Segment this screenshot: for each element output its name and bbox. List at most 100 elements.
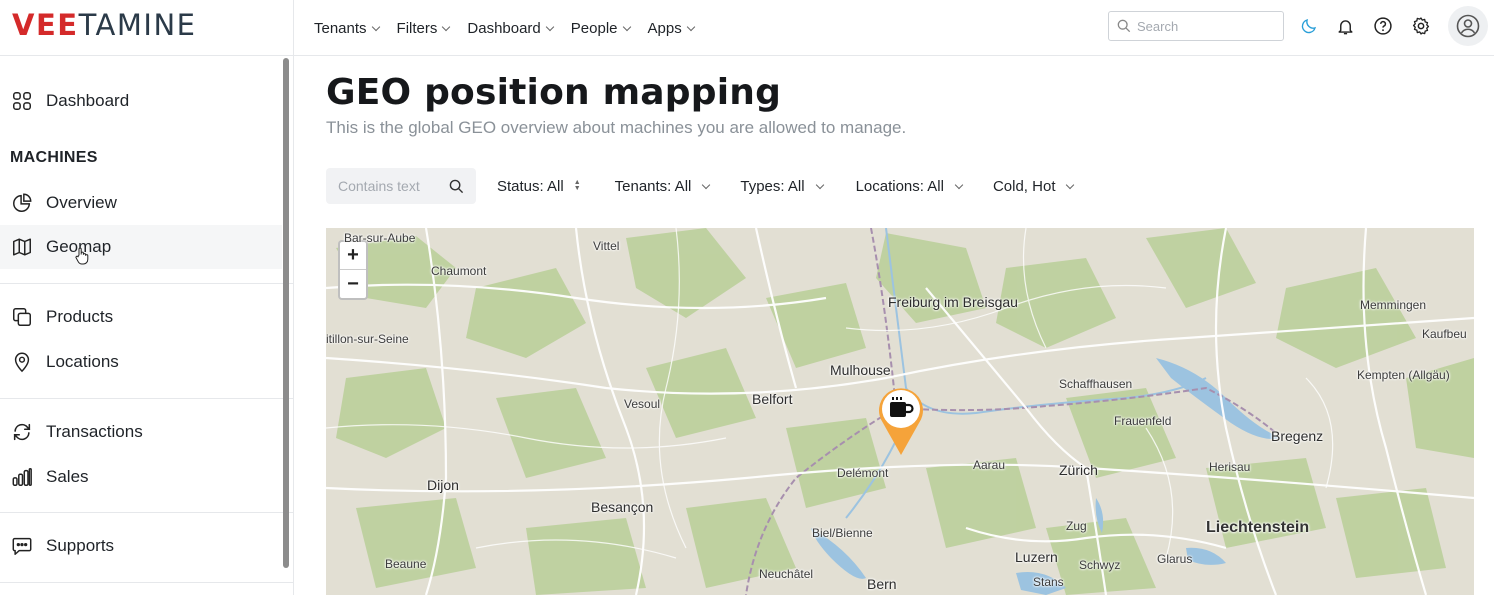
moon-icon[interactable] <box>1297 14 1321 38</box>
nav-people[interactable]: People <box>570 19 631 37</box>
map-zoom-control: + − <box>338 240 368 300</box>
map-label: Aarau <box>973 458 1006 472</box>
nav-filters[interactable]: Filters <box>397 20 451 37</box>
section-heading-machines: MACHINES <box>10 149 98 166</box>
brand-logo-suffix: TAMINE <box>78 8 197 42</box>
map-label: Frauenfeld <box>1114 414 1172 428</box>
types-filter[interactable]: Types: All <box>740 177 824 195</box>
map-label: Chaumont <box>431 264 487 278</box>
chevron-down-icon <box>954 180 964 189</box>
chevron-down-icon <box>622 22 631 31</box>
map-label: Mulhouse <box>830 362 891 378</box>
top-navigation: Tenants Filters Dashboard People Apps <box>314 0 712 56</box>
sidebar-divider <box>0 582 293 583</box>
sidebar-item-locations[interactable]: Locations <box>0 340 282 384</box>
machine-marker[interactable] <box>877 385 925 457</box>
chevron-down-icon <box>371 22 380 31</box>
sidebar-item-label: Locations <box>46 352 119 371</box>
tenants-filter[interactable]: Tenants: All <box>614 177 711 195</box>
map-label: Zürich <box>1059 462 1098 478</box>
grid-icon <box>10 89 34 113</box>
search-icon <box>1117 19 1131 33</box>
temperature-filter-label: Cold, Hot <box>992 177 1056 195</box>
map-icon <box>10 235 34 259</box>
map-label: Freiburg im Breisgau <box>888 294 1018 310</box>
sidebar-item-overview[interactable]: Overview <box>0 181 282 225</box>
nav-apps[interactable]: Apps <box>647 19 695 37</box>
sidebar-item-label: Products <box>46 307 114 326</box>
map-label: Kempten (Allgäu) <box>1357 368 1450 382</box>
nav-tenants-label: Tenants <box>314 19 367 37</box>
map-label: Luzern <box>1015 549 1058 565</box>
map-label: Neuchâtel <box>759 567 814 581</box>
nav-people-label: People <box>570 19 618 37</box>
sort-arrows-icon: ▲ ▼ <box>573 179 581 192</box>
search-icon[interactable] <box>449 179 464 194</box>
sidebar-divider <box>0 398 293 399</box>
map-label: Liechtenstein <box>1206 519 1310 536</box>
nav-apps-label: Apps <box>647 19 682 37</box>
copy-icon <box>10 305 34 329</box>
map-label: Glarus <box>1157 552 1193 566</box>
sidebar-item-dashboard[interactable]: Dashboard <box>0 79 282 123</box>
hand-pointer-cursor-icon <box>75 247 89 265</box>
map-label: Delémont <box>837 466 889 480</box>
sidebar-item-transactions[interactable]: Transactions <box>0 410 282 454</box>
zoom-out-button[interactable]: − <box>340 270 366 298</box>
brand-logo-prefix: VEE <box>12 8 79 42</box>
map-label: Biel/Bienne <box>812 526 873 540</box>
chevron-down-icon <box>686 22 695 31</box>
sidebar-item-geomap[interactable]: Geomap <box>0 225 282 269</box>
map-label: Dijon <box>427 477 459 493</box>
map-label: itillon-sur-Seine <box>326 332 409 346</box>
brand-logo[interactable]: VEETAMINE <box>12 10 196 40</box>
help-icon[interactable] <box>1371 14 1395 38</box>
top-bar: VEETAMINE Tenants Filters Dashboard Peop… <box>0 0 1494 56</box>
nav-dashboard[interactable]: Dashboard <box>467 20 555 37</box>
map-label: Stans <box>1033 575 1064 589</box>
map-label: Belfort <box>752 391 793 407</box>
temperature-filter[interactable]: Cold, Hot <box>992 177 1075 195</box>
sidebar-divider <box>0 283 293 284</box>
status-filter[interactable]: Status: All ▲ ▼ <box>497 178 581 195</box>
page-subtitle: This is the global GEO overview about ma… <box>326 118 907 137</box>
sidebar-item-label: Dashboard <box>46 91 130 110</box>
map-label: Kaufbeu <box>1422 327 1467 341</box>
chevron-down-icon <box>442 22 451 31</box>
map-label: Schwyz <box>1079 558 1121 572</box>
text-filter-input[interactable] <box>338 178 438 194</box>
bell-icon[interactable] <box>1333 14 1357 38</box>
pie-chart-icon <box>10 191 34 215</box>
sidebar-divider <box>0 512 293 513</box>
sidebar-item-supports[interactable]: Supports <box>0 524 282 568</box>
map-label: Bar-sur-Aube <box>344 231 416 245</box>
map-label: Schaffhausen <box>1059 377 1133 391</box>
status-filter-label: Status: All <box>497 177 564 195</box>
types-filter-label: Types: All <box>740 177 805 195</box>
sidebar-item-sales[interactable]: Sales <box>0 455 282 499</box>
sidebar-item-products[interactable]: Products <box>0 295 282 339</box>
locations-filter-label: Locations: All <box>855 177 944 195</box>
user-avatar-icon <box>1456 14 1480 38</box>
chevron-down-icon <box>1066 180 1075 189</box>
chat-bubble-icon <box>10 534 34 558</box>
sidebar-scrollbar[interactable] <box>283 58 289 568</box>
map-label: Zug <box>1066 519 1087 533</box>
filter-bar: Status: All ▲▼ Tenants: All Types: All L… <box>326 168 1075 204</box>
locations-filter[interactable]: Locations: All <box>855 177 964 195</box>
zoom-in-button[interactable]: + <box>340 242 366 270</box>
sidebar-item-label: Overview <box>46 193 117 212</box>
logo-area: VEETAMINE <box>0 0 294 56</box>
chevron-down-icon <box>815 180 824 189</box>
chevron-down-icon <box>545 22 555 31</box>
map-label: Vesoul <box>624 397 661 411</box>
nav-tenants[interactable]: Tenants <box>314 19 380 37</box>
bar-chart-icon <box>10 465 34 489</box>
refresh-arrows-icon <box>10 420 34 444</box>
user-avatar-button[interactable] <box>1448 6 1488 46</box>
search-input[interactable] <box>1137 18 1277 34</box>
map-label: Memmingen <box>1360 298 1427 312</box>
geo-map[interactable]: + − Bar-sur-Aube Vittel Chaumont Freibur… <box>326 228 1474 595</box>
tenants-filter-label: Tenants: All <box>614 177 692 195</box>
gear-icon[interactable] <box>1409 14 1433 38</box>
